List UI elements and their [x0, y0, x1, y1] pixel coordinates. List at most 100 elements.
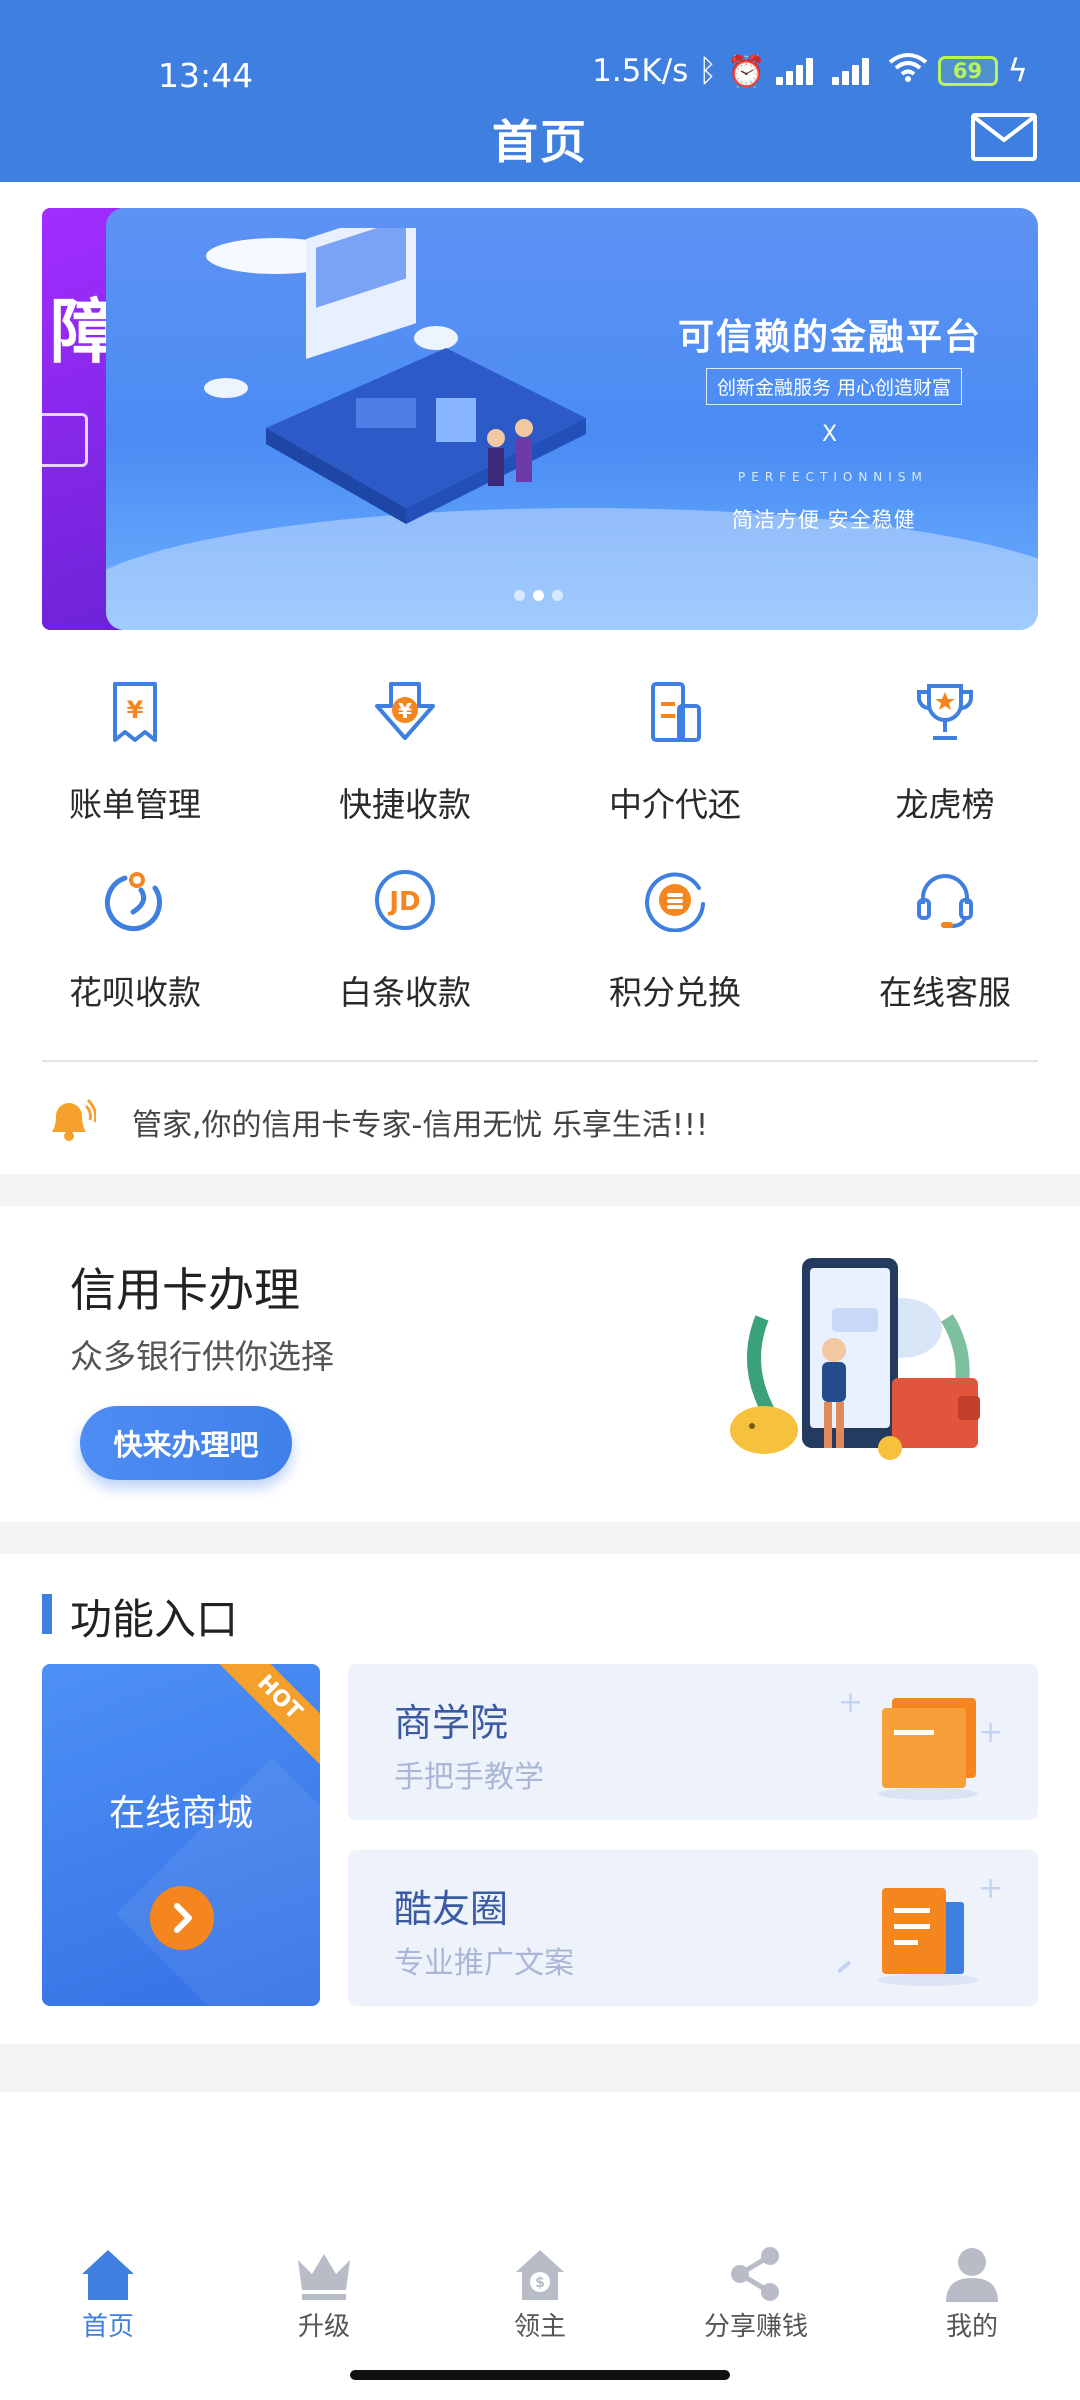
- banner-slide[interactable]: 可信赖的金融平台 创新金融服务 用心创造财富 X PERFECTIONNISM …: [106, 208, 1038, 630]
- menu-item-huabei[interactable]: 花呗收款: [0, 868, 270, 1028]
- agent-repay-icon: [651, 682, 701, 742]
- tile-title: 酷友圈: [394, 1887, 509, 1931]
- mall-label: 在线商城: [108, 1793, 253, 1834]
- share-icon: [731, 2247, 779, 2301]
- wifi-icon: [888, 52, 928, 90]
- home-icon: [82, 2250, 134, 2300]
- nav-label: 我的: [945, 2312, 998, 2342]
- huabei-icon: [105, 872, 162, 931]
- headset-icon: [917, 874, 973, 928]
- svg-text:¥: ¥: [127, 696, 144, 724]
- phone-illustration: [730, 1258, 980, 1460]
- divider: [42, 1060, 1038, 1062]
- menu-label: 花呗收款: [69, 973, 201, 1012]
- nav-share[interactable]: 分享赚钱: [648, 2220, 864, 2342]
- menu-item-service[interactable]: 在线客服: [810, 868, 1080, 1028]
- carousel-dot-active[interactable]: [533, 590, 544, 601]
- svg-text:+: +: [838, 1685, 863, 1720]
- nav-lord[interactable]: $ 领主: [432, 2220, 648, 2342]
- page-title: 首页: [492, 115, 588, 169]
- user-icon: [946, 2248, 998, 2302]
- banner-prev-button: [42, 413, 88, 467]
- tile-subtitle: 手把手教学: [394, 1760, 544, 1795]
- business-school-card[interactable]: 商学院 手把手教学 + +: [348, 1664, 1038, 1820]
- top-bar: 13:44 1.5K/s ᛒ ⏰ 69 ϟ 首页: [0, 0, 1080, 182]
- lord-icon: $: [516, 2250, 564, 2300]
- menu-label: 龙虎榜: [895, 785, 995, 824]
- nav-label: 领主: [513, 2312, 566, 2342]
- carousel-dot[interactable]: [514, 590, 525, 601]
- menu-label: 中介代还: [609, 785, 741, 824]
- online-mall-card[interactable]: HOT 在线商城: [42, 1664, 320, 2006]
- status-icons: 1.5K/s ᛒ ⏰ 69 ϟ: [592, 52, 1028, 90]
- carousel-dot[interactable]: [552, 590, 563, 601]
- bill-icon: ¥: [113, 682, 157, 742]
- menu-item-jd[interactable]: JD 白条收款: [270, 868, 540, 1028]
- menu-item-points[interactable]: 积分兑换: [540, 868, 810, 1028]
- nav-label: 首页: [81, 2312, 134, 2342]
- menu-label: 白条收款: [339, 973, 471, 1012]
- hot-badge: HOT: [213, 1664, 320, 1764]
- bell-icon: [52, 1098, 96, 1141]
- book-icon: + +: [838, 1685, 1003, 1800]
- signal-icon: [775, 57, 822, 85]
- section-gap: [0, 1522, 1080, 1554]
- svg-text:¥: ¥: [398, 699, 412, 723]
- crown-icon: [298, 2254, 350, 2300]
- carousel-dots: [514, 590, 563, 601]
- jd-icon: JD: [375, 870, 435, 930]
- banner-english: PERFECTIONNISM: [738, 470, 928, 484]
- svg-text:+: +: [978, 1715, 1003, 1750]
- credit-card-subtitle: 众多银行供你选择: [70, 1337, 334, 1376]
- banner-title: 可信赖的金融平台: [678, 317, 983, 358]
- banner-tagline: 简洁方便 安全稳健: [732, 508, 916, 532]
- network-speed: 1.5K/s: [592, 53, 689, 89]
- points-icon: [645, 872, 705, 932]
- tile-subtitle: 专业推广文案: [394, 1946, 574, 1981]
- document-icon: +: [838, 1871, 1003, 1986]
- credit-card-title: 信用卡办理: [70, 1263, 300, 1317]
- banner-subtitle: 创新金融服务 用心创造财富: [706, 368, 963, 405]
- apply-button[interactable]: 快来办理吧: [80, 1406, 292, 1480]
- menu-label: 积分兑换: [609, 973, 741, 1012]
- notice-bar[interactable]: 管家,你的信用卡专家-信用无忧 乐享生活!!!: [0, 1070, 1080, 1174]
- notice-text: 管家,你的信用卡专家-信用无忧 乐享生活!!!: [132, 1108, 708, 1143]
- cool-friends-card[interactable]: 酷友圈 专业推广文案 +: [348, 1850, 1038, 2006]
- alarm-icon: ⏰: [726, 53, 766, 90]
- features-title: 功能入口: [70, 1595, 239, 1644]
- credit-card-section[interactable]: 信用卡办理 众多银行供你选择 快来办理吧: [0, 1206, 1080, 1522]
- nav-home[interactable]: 首页: [0, 2220, 216, 2342]
- mail-icon[interactable]: [970, 112, 1038, 162]
- status-bar: 13:44 1.5K/s ᛒ ⏰ 69 ϟ: [0, 52, 1080, 100]
- banner-carousel[interactable]: 障 可信赖的金融平台 创新金融服务 用心创造财富 X PERFECTIONNIS…: [42, 208, 1038, 630]
- tile-title: 商学院: [394, 1701, 509, 1745]
- status-time: 13:44: [158, 56, 254, 95]
- nav-upgrade[interactable]: 升级: [216, 2220, 432, 2342]
- menu-item-bill[interactable]: ¥ 账单管理: [0, 680, 270, 840]
- features-section: 功能入口 HOT 在线商城 商学院 手把手教学 + + 酷友圈 专业推广文案 +: [0, 1554, 1080, 2044]
- screen: 13:44 1.5K/s ᛒ ⏰ 69 ϟ 首页 障 可信赖的金融平台 创新金融…: [0, 0, 1080, 2400]
- arrow-right-icon[interactable]: [150, 1886, 214, 1950]
- menu-item-agent-repay[interactable]: 中介代还: [540, 680, 810, 840]
- section-marker: [42, 1594, 52, 1634]
- battery-indicator: 69: [937, 56, 998, 86]
- bottom-nav: 首页 升级 $ 领主 分享赚钱 我的: [0, 2220, 1080, 2342]
- section-gap: [0, 2044, 1080, 2092]
- banner-illustration: [204, 228, 586, 524]
- menu-item-trophy[interactable]: 龙虎榜: [810, 680, 1080, 840]
- bluetooth-icon: ᛒ: [698, 53, 717, 89]
- svg-text:$: $: [535, 2275, 545, 2291]
- nav-mine[interactable]: 我的: [864, 2220, 1080, 2342]
- banner-separator: X: [822, 422, 838, 447]
- svg-text:+: +: [978, 1871, 1003, 1906]
- charging-icon: ϟ: [1007, 53, 1028, 89]
- section-gap: [0, 1174, 1080, 1206]
- nav-label: 分享赚钱: [703, 2312, 808, 2342]
- menu-label: 账单管理: [69, 785, 201, 824]
- home-indicator[interactable]: [350, 2370, 730, 2380]
- menu-item-quick-pay[interactable]: ¥ 快捷收款: [270, 680, 540, 840]
- quick-pay-icon: ¥: [375, 682, 435, 740]
- signal-icon-2: [831, 57, 878, 85]
- trophy-icon: [917, 684, 973, 740]
- nav-label: 升级: [297, 2312, 350, 2342]
